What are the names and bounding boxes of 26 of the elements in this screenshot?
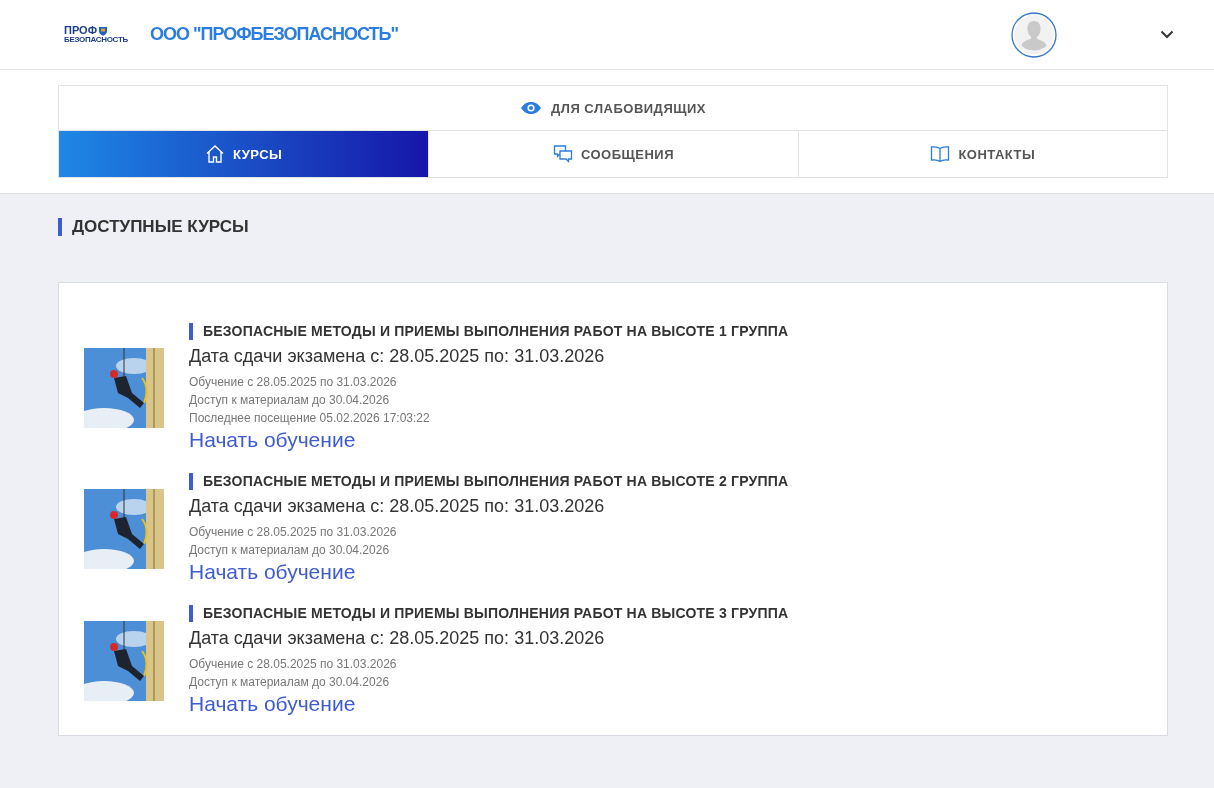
course-detail: Обучение с 28.05.2025 по 31.03.2026 — [189, 374, 398, 391]
eye-icon — [520, 101, 542, 115]
course-detail: Доступ к материалам до 30.04.2026 — [189, 392, 391, 409]
course-detail: Доступ к материалам до 30.04.2026 — [189, 674, 391, 691]
dropdown-chevron-icon[interactable] — [1160, 30, 1174, 39]
home-icon — [205, 144, 225, 164]
book-icon — [930, 144, 951, 164]
exam-dates: Дата сдачи экзамена с: 28.05.2025 по: 31.03.2026 — [189, 346, 606, 367]
start-learning-link[interactable]: Начать обучение — [189, 427, 789, 453]
course-detail: Последнее посещение 05.02.2026 17:03:22 — [189, 410, 431, 427]
course-detail: Обучение с 28.05.2025 по 31.03.2026 — [189, 524, 398, 541]
start-learning-link[interactable]: Начать обучение — [189, 559, 789, 585]
start-learning-link[interactable]: Начать обучение — [189, 691, 789, 717]
exam-dates: Дата сдачи экзамена с: 28.05.2025 по: 31.03.2026 — [189, 496, 606, 517]
company-logo[interactable]: ПРОФ БЕЗОПАСНОСТЬ — [64, 25, 128, 44]
chat-bubbles-icon — [552, 144, 573, 164]
section-title: ДОСТУПНЫЕ КУРСЫ — [58, 218, 1168, 236]
course-title: БЕЗОПАСНЫЕ МЕТОДЫ И ПРИЕМЫ ВЫПОЛНЕНИЯ РАБОТ НА ВЫСОТЕ 3 ГРУППА — [189, 605, 789, 622]
nav-tab[interactable]: КУРСЫ — [59, 131, 429, 177]
company-name: ООО "ПРОФБЕЗОПАСНОСТЬ" — [149, 24, 399, 45]
avatar-icon[interactable] — [1011, 11, 1057, 58]
course-title: БЕЗОПАСНЫЕ МЕТОДЫ И ПРИЕМЫ ВЫПОЛНЕНИЯ РАБОТ НА ВЫСОТЕ 1 ГРУППА — [189, 323, 789, 340]
exam-dates: Дата сдачи экзамена с: 28.05.2025 по: 31.03.2026 — [189, 628, 606, 649]
course-detail: Обучение с 28.05.2025 по 31.03.2026 — [189, 656, 398, 673]
course-detail: Доступ к материалам до 30.04.2026 — [189, 542, 391, 559]
course-title: БЕЗОПАСНЫЕ МЕТОДЫ И ПРИЕМЫ ВЫПОЛНЕНИЯ РАБОТ НА ВЫСОТЕ 2 ГРУППА — [189, 473, 789, 490]
